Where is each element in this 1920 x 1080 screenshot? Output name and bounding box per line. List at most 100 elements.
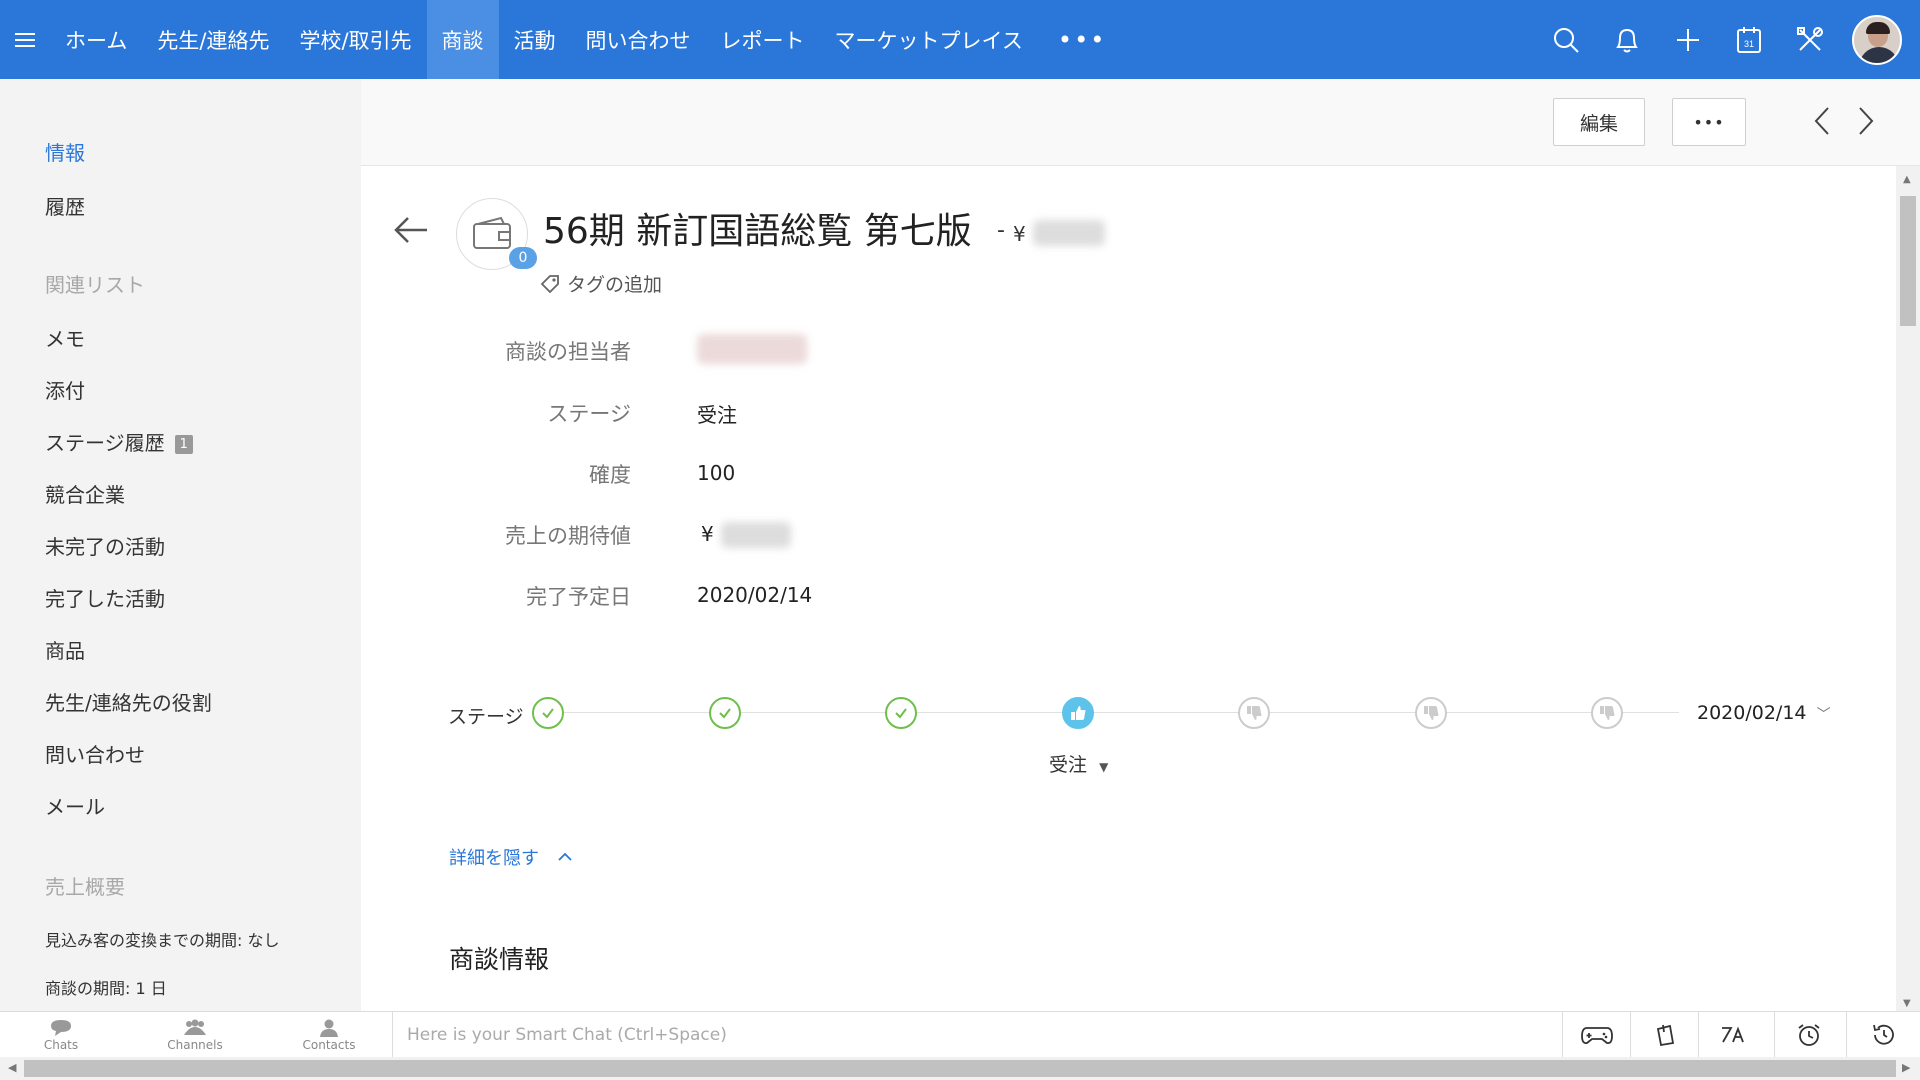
chevron-down-icon: ﹀ [1816,707,1831,723]
redacted-expected-revenue [721,522,791,548]
title-separator: - [997,218,1005,243]
back-arrow-icon[interactable] [393,214,429,250]
setup-tools-icon[interactable] [1779,0,1840,79]
summary-deal-duration: 商談の期間: 1 日 [45,979,167,998]
horizontal-scrollbar[interactable]: ◀ ▶ [0,1057,1920,1080]
svg-text:31: 31 [1743,39,1753,49]
sidebar-item-history[interactable]: 履歴 [45,191,85,220]
previous-record-icon[interactable] [1810,104,1834,142]
nav-more-button[interactable]: ••• [1038,0,1126,79]
scroll-down-icon[interactable]: ▼ [1903,998,1911,1009]
sales-summary-heading: 売上概要 [45,875,125,899]
sidebar-item-stage-history[interactable]: ステージ履歴 1 [45,427,193,456]
stage-step-1[interactable] [532,697,564,729]
nav-tab-marketplace[interactable]: マーケットプレイス [820,0,1038,79]
scroll-up-icon[interactable]: ▲ [1903,174,1911,185]
nav-tab-deals[interactable]: 商談 [426,0,499,79]
deal-amount-currency: ¥ [1013,222,1026,246]
hide-details-label: 詳細を隠す [449,848,539,869]
chats-button[interactable]: Chats [26,1018,96,1052]
deal-title: 56期 新訂国語総覧 第七版 [543,211,972,252]
thumbs-down-icon [1424,706,1439,720]
field-value-probability[interactable]: 100 [697,461,735,485]
add-tag-link[interactable]: タグの追加 [539,270,662,297]
sidebar-item-competitors[interactable]: 競合企業 [45,479,125,508]
sidebar-item-cases[interactable]: 問い合わせ [45,739,145,768]
field-label-probability: 確度 [589,463,631,487]
stage-step-won[interactable] [1062,697,1094,729]
vertical-scrollbar[interactable]: ▲ ▼ [1896,166,1920,1011]
sidebar-item-open-activities[interactable]: 未完了の活動 [45,531,165,560]
translate-icon[interactable] [1698,1012,1766,1058]
nav-tab-activities[interactable]: 活動 [499,0,571,79]
user-avatar[interactable] [1852,14,1902,65]
history-clock-icon[interactable] [1846,1012,1920,1058]
edit-button[interactable]: 編集 [1553,98,1645,146]
record-detail: 0 56期 新訂国語総覧 第七版 - ¥ タグの追加 商談の担当者 ステージ 受… [361,166,1896,1011]
record-toolbar: 編集 ••• [361,79,1920,166]
nav-tab-cases[interactable]: 問い合わせ [571,0,706,79]
channels-label: Channels [167,1038,223,1052]
bottom-chat-bar: Chats Channels Contacts Here is your Sma… [0,1011,1920,1058]
game-controller-icon[interactable] [1562,1012,1630,1058]
calendar-icon[interactable]: 31 [1718,0,1779,79]
hide-details-link[interactable]: 詳細を隠す [449,844,573,870]
section-title-deal-info: 商談情報 [449,945,550,974]
add-tag-label: タグの追加 [567,274,663,296]
field-value-stage[interactable]: 受注 [697,399,737,428]
check-icon [719,708,731,719]
stage-step-lost-3[interactable] [1591,697,1623,729]
sidebar-item-notes[interactable]: メモ [45,323,85,352]
bell-icon[interactable] [1596,0,1657,79]
contact-person-icon [320,1019,338,1037]
field-value-expected-revenue: ¥ [701,522,714,546]
stage-step-3[interactable] [885,697,917,729]
smart-chat-input[interactable]: Here is your Smart Chat (Ctrl+Space) [392,1012,1562,1058]
field-value-closing-date[interactable]: 2020/02/14 [697,583,812,607]
chats-label: Chats [43,1038,79,1052]
sidebar-item-contact-roles[interactable]: 先生/連絡先の役割 [45,687,212,716]
nav-tab-home[interactable]: ホーム [50,0,142,79]
more-actions-button[interactable]: ••• [1672,98,1746,146]
redacted-amount [1033,220,1105,246]
nav-tab-accounts[interactable]: 学校/取引先 [284,0,426,79]
related-list-heading: 関連リスト [45,273,145,297]
sidebar-item-closed-activities[interactable]: 完了した活動 [45,583,165,612]
horizontal-scroll-thumb[interactable] [24,1060,1896,1077]
menu-icon[interactable] [0,0,50,79]
detail-sidebar: 情報 履歴 関連リスト メモ 添付 ステージ履歴 1 競合企業 未完了の活動 完了… [0,79,361,1011]
sidebar-item-info[interactable]: 情報 [45,137,85,166]
stage-date-dropdown[interactable]: 2020/02/14 ﹀ [1697,702,1831,724]
notes-clip-icon[interactable] [1630,1012,1698,1058]
top-navigation: ホーム 先生/連絡先 学校/取引先 商談 活動 問い合わせ レポート マーケット… [0,0,1920,79]
contacts-button[interactable]: Contacts [294,1018,364,1052]
next-record-icon[interactable] [1854,104,1878,142]
field-label-closing-date: 完了予定日 [526,585,631,609]
sidebar-item-products[interactable]: 商品 [45,635,85,664]
stage-current-dropdown[interactable]: 受注 ▼ [1049,750,1108,777]
summary-lead-conversion: 見込み客の変換までの期間: なし [45,931,280,950]
channels-button[interactable]: Channels [160,1018,230,1052]
alarm-clock-icon[interactable] [1774,1012,1842,1058]
chevron-up-icon [558,852,572,861]
check-icon [542,708,554,719]
scroll-left-icon[interactable]: ◀ [8,1061,16,1074]
sidebar-item-attachments[interactable]: 添付 [45,375,85,404]
field-label-owner: 商談の担当者 [505,340,631,364]
caret-down-icon: ▼ [1099,760,1109,774]
scroll-right-icon[interactable]: ▶ [1902,1061,1910,1074]
nav-tab-reports[interactable]: レポート [706,0,820,79]
scroll-thumb[interactable] [1900,196,1916,326]
search-icon[interactable] [1535,0,1596,79]
plus-icon[interactable] [1657,0,1718,79]
tag-icon [540,274,559,293]
thumbs-down-icon [1247,706,1262,720]
stage-step-lost-2[interactable] [1415,697,1447,729]
stage-step-lost-1[interactable] [1238,697,1270,729]
thumbs-down-icon [1600,706,1615,720]
stage-date-value: 2020/02/14 [1697,702,1807,724]
stage-step-2[interactable] [709,697,741,729]
sidebar-item-emails[interactable]: メール [45,791,105,820]
stage-current-value: 受注 [1049,754,1088,776]
nav-tab-contacts[interactable]: 先生/連絡先 [142,0,284,79]
